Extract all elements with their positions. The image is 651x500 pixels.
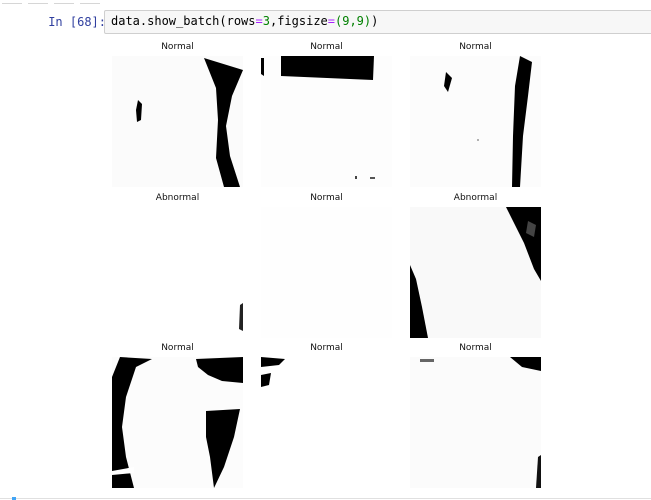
- xray-image: [410, 56, 541, 187]
- cell-output: Normal Normal Normal Abnormal Normal Abn…: [104, 38, 651, 500]
- code-close-paren: ): [371, 14, 379, 28]
- panel-label: Normal: [310, 193, 343, 203]
- xray-image: [261, 207, 392, 338]
- panel-label: Normal: [459, 343, 492, 353]
- panel-label: Normal: [310, 343, 343, 353]
- code-operator: =: [327, 14, 335, 28]
- xray-image: [112, 56, 243, 187]
- xray-image: [112, 357, 243, 488]
- xray-image: [410, 207, 541, 338]
- code-input[interactable]: data.show_batch(rows=3,figsize=(9,9)): [104, 10, 651, 34]
- panel-label: Normal: [310, 42, 343, 52]
- panel-label: Abnormal: [155, 193, 200, 203]
- code-tuple: (9,9): [335, 14, 372, 28]
- panel-label: Normal: [459, 42, 492, 52]
- panel-label: Abnormal: [453, 193, 498, 203]
- xray-image: [112, 207, 243, 338]
- code-function-call: data.show_batch(rows: [111, 14, 256, 28]
- notebook-top-strip: [0, 0, 651, 6]
- code-argument: ,figsize: [269, 14, 328, 28]
- code-line: data.show_batch(rows=3,figsize=(9,9)): [111, 14, 378, 28]
- code-operator: =: [255, 14, 263, 28]
- panel-label: Normal: [161, 42, 194, 52]
- code-cell[interactable]: In [68]: data.show_batch(rows=3,figsize=…: [8, 10, 651, 500]
- panel-label: Normal: [161, 343, 194, 353]
- input-prompt: In [68]:: [48, 15, 106, 29]
- xray-image: [261, 357, 392, 488]
- xray-image: [410, 357, 541, 488]
- cell-divider: [0, 498, 651, 499]
- code-number: 3: [262, 14, 270, 28]
- xray-image: [261, 56, 392, 187]
